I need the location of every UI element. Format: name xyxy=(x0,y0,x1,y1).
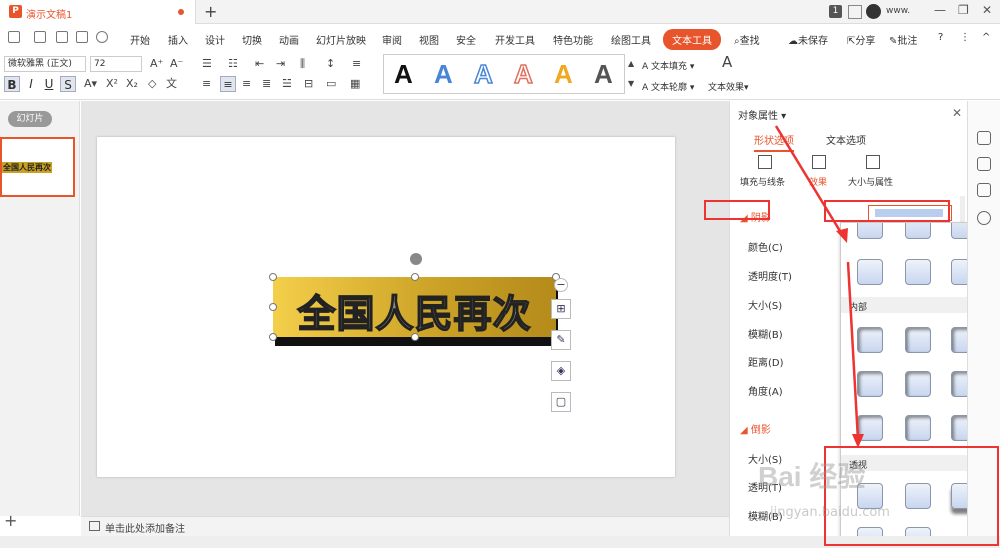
baidu-watermark: Bai 经验 xyxy=(758,461,866,492)
baidu-watermark-url: jingyan.baidu.com xyxy=(770,505,890,520)
